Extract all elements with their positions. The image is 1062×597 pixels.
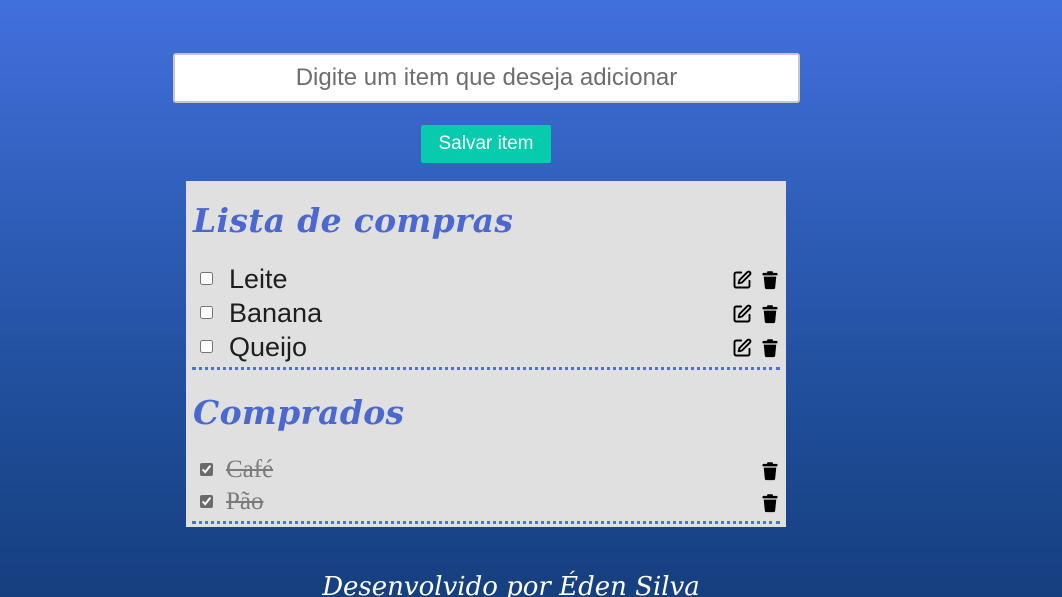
item-label: Leite	[229, 264, 288, 294]
trash-icon[interactable]	[760, 304, 780, 324]
item-label: Pão	[226, 488, 264, 515]
list-item: Leite	[186, 264, 786, 294]
edit-icon[interactable]	[732, 338, 752, 358]
item-checkbox[interactable]	[200, 340, 213, 353]
edit-icon[interactable]	[732, 270, 752, 290]
item-label: Café	[226, 456, 274, 483]
trash-icon[interactable]	[760, 270, 780, 290]
trash-icon[interactable]	[760, 338, 780, 358]
shopping-list-title: Lista de compras	[193, 201, 514, 240]
section-divider	[192, 521, 780, 524]
section-divider	[192, 367, 780, 370]
purchased-section-title: Comprados	[193, 393, 405, 432]
footer-credit: Desenvolvido por Éden Silva	[322, 572, 700, 597]
item-checkbox[interactable]	[200, 463, 213, 476]
list-item: Pão	[186, 487, 786, 517]
item-input[interactable]	[173, 53, 800, 103]
item-checkbox[interactable]	[200, 306, 213, 319]
trash-icon[interactable]	[760, 461, 780, 481]
list-item: Banana	[186, 298, 786, 328]
item-checkbox[interactable]	[200, 495, 213, 508]
item-checkbox[interactable]	[200, 272, 213, 285]
save-item-button[interactable]: Salvar item	[421, 125, 551, 163]
list-item: Café	[186, 455, 786, 485]
item-label: Banana	[229, 298, 323, 328]
list-item: Queijo	[186, 332, 786, 362]
item-label: Queijo	[229, 332, 308, 362]
edit-icon[interactable]	[732, 304, 752, 324]
shopping-list-panel: Lista de compras Leite Banana Queijo Com…	[186, 181, 786, 527]
trash-icon[interactable]	[760, 493, 780, 513]
